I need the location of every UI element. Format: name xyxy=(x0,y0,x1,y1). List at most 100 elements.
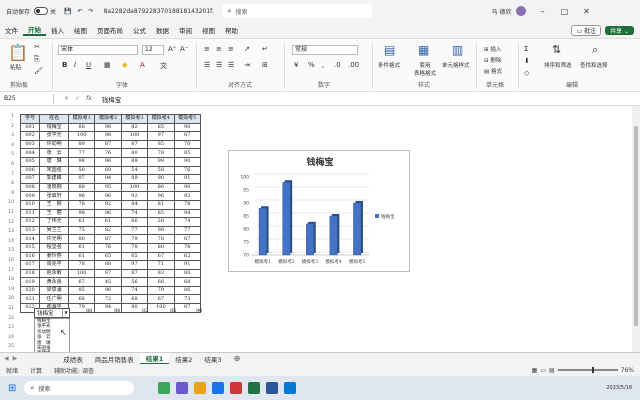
table-cell[interactable]: 96 xyxy=(147,191,175,201)
table-format-icon[interactable]: ▦ xyxy=(418,43,429,57)
table-cell[interactable]: 100 xyxy=(67,268,96,279)
table-cell[interactable]: 80 xyxy=(147,242,175,253)
table-cell[interactable]: 014 xyxy=(19,234,41,244)
table-cell[interactable]: 92 xyxy=(94,199,122,210)
table-cell[interactable]: 92 xyxy=(120,191,149,201)
table-cell[interactable]: 85 xyxy=(147,208,175,219)
fx-icon[interactable]: fx xyxy=(86,95,92,102)
status-accessibility[interactable]: 辅助功能: 调查 xyxy=(54,366,94,375)
table-cell[interactable]: 凌晓婉 xyxy=(39,182,69,193)
table-cell[interactable]: 50 xyxy=(67,165,96,176)
grow-font-icon[interactable]: A⁺ xyxy=(168,45,176,53)
menu-insert[interactable]: 插入 xyxy=(46,25,69,35)
table-cell[interactable]: 85 xyxy=(147,122,175,133)
table-cell[interactable]: 73 xyxy=(173,294,201,305)
number-format-select[interactable]: 常规 xyxy=(292,45,358,55)
tab-next-icon[interactable]: ▶ xyxy=(13,355,18,362)
save-icon[interactable]: 💾 xyxy=(64,8,71,15)
table-cell[interactable]: 011 xyxy=(19,208,41,219)
table-cell[interactable]: 88 xyxy=(94,260,122,270)
menu-file[interactable]: 文件 xyxy=(0,25,23,35)
menu-data[interactable]: 数据 xyxy=(151,25,174,35)
table-cell[interactable]: 模拟考4 xyxy=(147,114,175,124)
table-cell[interactable]: 赵永敏 xyxy=(39,268,69,279)
table-cell[interactable]: 76 xyxy=(94,242,122,253)
table-cell[interactable]: 81 xyxy=(147,199,175,210)
table-cell[interactable]: 82 xyxy=(94,225,122,236)
tab-prev-icon[interactable]: ◀ xyxy=(4,355,9,362)
decrease-decimal-icon[interactable]: .00 xyxy=(348,61,359,69)
table-cell[interactable]: 76 xyxy=(94,148,122,158)
comments-button[interactable]: ▭ 批注 xyxy=(571,24,602,36)
table-cell[interactable]: 黄永良 xyxy=(39,277,69,287)
zoom-level[interactable]: 76% xyxy=(621,367,634,374)
align-left-icon[interactable]: ☰ xyxy=(204,61,210,69)
menu-page-layout[interactable]: 页面布局 xyxy=(92,25,128,35)
table-cell[interactable]: 90 xyxy=(147,174,175,184)
table-cell[interactable]: 002 xyxy=(19,131,41,141)
table-cell[interactable]: 76 xyxy=(173,165,201,176)
menu-review[interactable]: 审阅 xyxy=(174,25,197,35)
table-cell[interactable]: 学号 xyxy=(19,114,41,124)
font-color-icon[interactable]: A xyxy=(140,61,145,69)
excel-icon[interactable] xyxy=(248,382,261,394)
table-cell[interactable]: 张平光 xyxy=(39,131,69,141)
menu-home[interactable]: 开始 xyxy=(23,24,46,36)
tab-result1[interactable]: 结果1 xyxy=(139,352,170,365)
table-cell[interactable]: 87 xyxy=(173,234,201,244)
table-cell[interactable]: 87 xyxy=(173,131,201,141)
cancel-icon[interactable]: ✕ xyxy=(64,95,69,102)
table-cell[interactable]: 郭建峰 xyxy=(39,174,69,184)
bold-icon[interactable]: B xyxy=(62,61,67,69)
minimize-icon[interactable]: – xyxy=(532,0,554,22)
table-cell[interactable]: 许光明 xyxy=(39,234,69,244)
merge-icon[interactable]: ⊞ xyxy=(262,61,268,69)
shrink-font-icon[interactable]: A⁻ xyxy=(180,45,188,53)
table-cell[interactable]: 80 xyxy=(173,268,201,279)
table-cell[interactable]: 58 xyxy=(147,165,175,176)
row-number[interactable]: 13 xyxy=(0,229,14,234)
table-cell[interactable]: 王 丽 xyxy=(39,208,69,219)
conditional-format-icon[interactable]: ▤ xyxy=(384,43,395,57)
border-icon[interactable]: ▦ xyxy=(104,61,111,69)
table-cell[interactable]: 85 xyxy=(67,285,96,296)
vertical-scrollbar[interactable] xyxy=(632,106,640,352)
sort-filter-label[interactable]: 排序和筛选 xyxy=(544,61,572,69)
tab-result3[interactable]: 结果3 xyxy=(198,354,227,364)
table-cell[interactable]: 76 xyxy=(173,242,201,253)
table-cell[interactable]: 018 xyxy=(19,268,41,279)
font-size-select[interactable]: 12 xyxy=(142,45,164,55)
table-cell[interactable]: 张启轩 xyxy=(39,191,69,201)
table-cell[interactable]: 模拟考5 xyxy=(173,114,201,124)
table-cell[interactable]: 98 xyxy=(67,191,96,201)
table-cell[interactable]: 26 xyxy=(147,217,175,227)
paste-icon[interactable]: 📋 xyxy=(8,43,28,62)
table-cell[interactable]: 78 xyxy=(173,199,201,210)
insert-cells-button[interactable]: ⊞ 插入 xyxy=(484,45,501,53)
tab-result2[interactable]: 结果2 xyxy=(169,354,198,364)
table-cell[interactable]: 87 xyxy=(94,139,122,150)
maximize-icon[interactable]: □ xyxy=(554,0,576,22)
table-cell[interactable]: 90 xyxy=(173,122,201,133)
table-cell[interactable]: 100 xyxy=(120,131,149,141)
cut-icon[interactable]: ✂ xyxy=(34,43,40,51)
search-box[interactable]: ⌕ 搜索 xyxy=(221,4,372,18)
fill-icon[interactable]: ⬇ xyxy=(524,57,530,65)
table-cell[interactable]: 008 xyxy=(19,182,41,193)
align-right-icon[interactable]: ☰ xyxy=(228,61,234,69)
table-cell[interactable]: 001 xyxy=(19,122,41,133)
table-cell[interactable]: 96 xyxy=(94,285,122,296)
table-cell[interactable]: 姓名 xyxy=(39,114,69,124)
table-cell[interactable]: 97 xyxy=(120,260,149,270)
conditional-format-label[interactable]: 条件格式 xyxy=(378,61,400,69)
table-format-label[interactable]: 套用 表格格式 xyxy=(414,61,436,77)
table-cell[interactable]: 007 xyxy=(19,174,41,184)
format-cells-button[interactable]: ▤ 格式 xyxy=(484,67,502,75)
row-number[interactable]: 14 xyxy=(0,239,14,244)
row-number[interactable]: 9 xyxy=(0,191,14,196)
table-cell[interactable]: 98 xyxy=(67,156,96,167)
table-cell[interactable]: 72 xyxy=(94,294,122,305)
page-break-icon[interactable]: ▤ xyxy=(549,367,555,374)
table-cell[interactable]: 周兆平 xyxy=(39,260,69,270)
row-number[interactable]: 7 xyxy=(0,172,14,177)
